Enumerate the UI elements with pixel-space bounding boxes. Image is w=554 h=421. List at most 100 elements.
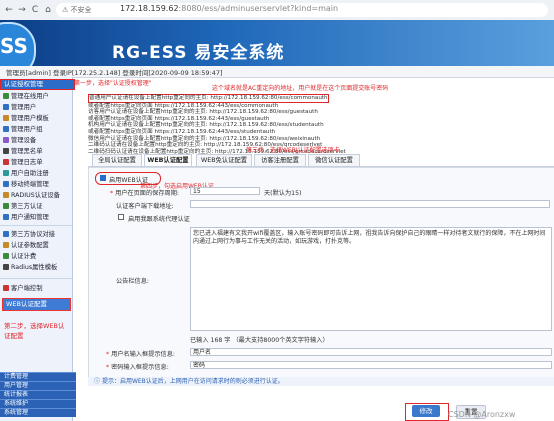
sidebar-item-client-control[interactable]: 客户端控制 bbox=[3, 284, 42, 293]
redirect-note: 普通用户认证请在设备上配置http重定向的主页: http://172.18.1… bbox=[88, 94, 329, 103]
redirect-note: 访客用户认证请在设备上配置http重定向的主页: http://172.18.1… bbox=[88, 109, 318, 116]
menu-icon bbox=[3, 264, 9, 270]
sidebar-item-label: 管理用户模板 bbox=[11, 115, 49, 122]
menu-icon bbox=[3, 214, 9, 220]
timeout-label: * 用户在页面的保存周期: bbox=[110, 190, 180, 197]
username-hint-label-text: 用户名输入框提示信息: bbox=[111, 351, 176, 358]
sidebar-item[interactable]: 用户通知管理 bbox=[3, 213, 49, 222]
sidebar-item-label: 管理黑名单 bbox=[11, 148, 43, 155]
timeout-unit: 天(默认为15) bbox=[264, 190, 302, 197]
password-hint-label-text: 密码输入框提示信息: bbox=[111, 364, 169, 371]
tab-wechat-auth[interactable]: 微信认证配置 bbox=[308, 154, 360, 167]
sidebar-item-label: 第三方协议对接 bbox=[11, 231, 56, 238]
step2-annotation-2: 证配置 bbox=[4, 332, 24, 340]
sidebar-item[interactable]: 管理设备 bbox=[3, 136, 36, 145]
sidebar-item[interactable]: RADIUS认证设备 bbox=[3, 191, 60, 200]
hint-bar: ⓘ 提示：启用WEB认证后，上网用户在访问请求时的则必须进行认证。 bbox=[88, 377, 554, 386]
sidebar-item[interactable]: 第三方协议对接 bbox=[3, 230, 55, 239]
menu-icon bbox=[3, 104, 9, 110]
sidebar-item[interactable]: 管理日志单 bbox=[3, 158, 42, 167]
tab-global-auth[interactable]: 全局认证配置 bbox=[92, 154, 142, 167]
modify-button[interactable]: 修改 bbox=[412, 405, 440, 417]
menu-icon bbox=[3, 137, 9, 143]
sidebar-item-label: 认证计费 bbox=[11, 253, 37, 260]
enable-web-auth-checkbox[interactable] bbox=[100, 175, 106, 181]
sidebar-item-label: 第三方认证 bbox=[11, 203, 43, 210]
username-hint-input[interactable]: 用户名 bbox=[190, 348, 552, 356]
sidebar-item[interactable]: Radius属性模板 bbox=[3, 263, 57, 272]
sidebar-item-label: 管理用户组 bbox=[11, 126, 43, 133]
tab-guest-register[interactable]: 访客注册配置 bbox=[254, 154, 306, 167]
info-icon: ⓘ bbox=[94, 378, 101, 385]
step2-annotation-1: 第二步，选择WEB认 bbox=[4, 322, 65, 330]
sidebar-section[interactable]: 计费管理 bbox=[0, 372, 76, 381]
username-hint-label: * 用户名输入框提示信息: bbox=[106, 351, 176, 358]
sidebar-header[interactable]: 认证授权管理 bbox=[0, 79, 75, 90]
sidebar-item[interactable]: 认证参数配置 bbox=[3, 241, 49, 250]
menu-icon bbox=[3, 159, 9, 165]
step1-annotation: 第一步，选择"认证授权管理" bbox=[74, 80, 152, 87]
watermark: CSDN @Aronzxw bbox=[448, 410, 516, 419]
notice-label: 公告栏信息: bbox=[116, 278, 150, 285]
sidebar-item[interactable]: 移动终端管理 bbox=[3, 180, 49, 189]
user-info: 管理员[admin] 登录IP[172.25.2.148] 登录时间[2020-… bbox=[6, 69, 223, 77]
timeout-label-text: 用户在页面的保存周期: bbox=[115, 190, 180, 197]
password-hint-label: * 密码输入框提示信息: bbox=[106, 364, 169, 371]
proxy-auth-checkbox[interactable] bbox=[118, 214, 124, 220]
menu-icon bbox=[3, 93, 9, 99]
url-text: 172.18.159.62:8080/ess/adminuserservlet?… bbox=[120, 4, 338, 13]
redirect-notes: 普通用户认证请在设备上配置http重定向的主页: http://172.18.1… bbox=[88, 94, 554, 155]
menu-icon bbox=[3, 181, 9, 187]
menu-icon bbox=[3, 148, 9, 154]
url-host: 172.18.159.62 bbox=[120, 4, 179, 13]
sidebar-item-label: 管理在线用户 bbox=[11, 93, 49, 100]
insecure-label: 不安全 bbox=[70, 6, 92, 14]
client-download-label: 认证客户端下载地址: bbox=[116, 203, 174, 210]
client-download-input[interactable] bbox=[190, 200, 550, 208]
sidebar-divider bbox=[0, 278, 72, 279]
insecure-icon[interactable]: ⚠ 不安全 bbox=[62, 5, 92, 15]
sidebar-item[interactable]: 管理用户 bbox=[3, 103, 36, 112]
sidebar-item[interactable]: 管理黑名单 bbox=[3, 147, 42, 156]
tab-web-exempt[interactable]: WEB免认证配置 bbox=[196, 154, 252, 167]
url-path: :8080/ess/adminuserservlet?kind=main bbox=[178, 4, 339, 13]
back-icon[interactable]: ← bbox=[4, 5, 14, 15]
menu-icon bbox=[3, 192, 9, 198]
menu-icon bbox=[3, 231, 9, 237]
forward-icon[interactable]: → bbox=[17, 5, 27, 15]
home-icon[interactable]: ⌂ bbox=[43, 5, 53, 15]
sidebar-section[interactable]: 用户管理 bbox=[0, 381, 76, 390]
sidebar-item-label: Radius属性模板 bbox=[11, 264, 58, 271]
hint-text: 提示：启用WEB认证后，上网用户在访问请求时的则必须进行认证。 bbox=[101, 378, 284, 385]
sidebar-item[interactable]: 用户自助注册 bbox=[3, 169, 49, 178]
sidebar-item[interactable]: 管理用户组 bbox=[3, 125, 42, 134]
sidebar-item-label: 用户通知管理 bbox=[11, 214, 49, 221]
sidebar-item[interactable]: 认证计费 bbox=[3, 252, 36, 261]
sidebar-item-web-auth[interactable]: WEB认证配置 bbox=[2, 298, 71, 311]
sidebar-section[interactable]: 系统维护 bbox=[0, 399, 76, 408]
password-hint-input[interactable]: 密码 bbox=[190, 361, 552, 369]
notice-textarea[interactable]: 您已进入福建有文我开wifi覆盖区，输入账号密码即可告诉上网，祖我告诉向保护自己… bbox=[190, 227, 552, 331]
sidebar-item-label: 移动终端管理 bbox=[11, 181, 49, 188]
menu-icon bbox=[3, 242, 9, 248]
sidebar-item-label: 管理日志单 bbox=[11, 159, 43, 166]
tab-web-auth[interactable]: WEB认证配置 bbox=[144, 154, 192, 167]
menu-icon bbox=[3, 253, 9, 259]
sidebar-item[interactable]: 第三方认证 bbox=[3, 202, 42, 211]
app-title: RG-ESS 易安全系统 bbox=[112, 43, 285, 63]
sidebar-section[interactable]: 系统管理 bbox=[0, 408, 76, 417]
redirect-note: 或者配置https重定向页面 https://172.18.159.62:443… bbox=[88, 128, 276, 135]
reload-icon[interactable]: C bbox=[30, 5, 40, 15]
sidebar-item-label: 认证参数配置 bbox=[11, 242, 49, 249]
menu-icon bbox=[3, 285, 9, 291]
proxy-auth-label: 启用我跟系统代理认证 bbox=[128, 216, 190, 223]
redirect-note: 机构用户认证请在设备上配置http重定向的主页: http://172.18.1… bbox=[88, 122, 324, 129]
menu-icon bbox=[3, 126, 9, 132]
sidebar-divider bbox=[0, 225, 72, 226]
sidebar-item-label: 管理用户 bbox=[11, 104, 37, 111]
timeout-input[interactable]: 15 bbox=[190, 187, 260, 195]
sidebar-item[interactable]: 管理用户模板 bbox=[3, 114, 49, 123]
sidebar-section[interactable]: 统计报表 bbox=[0, 390, 76, 399]
sidebar-item-label: 管理设备 bbox=[11, 137, 37, 144]
sidebar-item[interactable]: 管理在线用户 bbox=[3, 92, 49, 101]
